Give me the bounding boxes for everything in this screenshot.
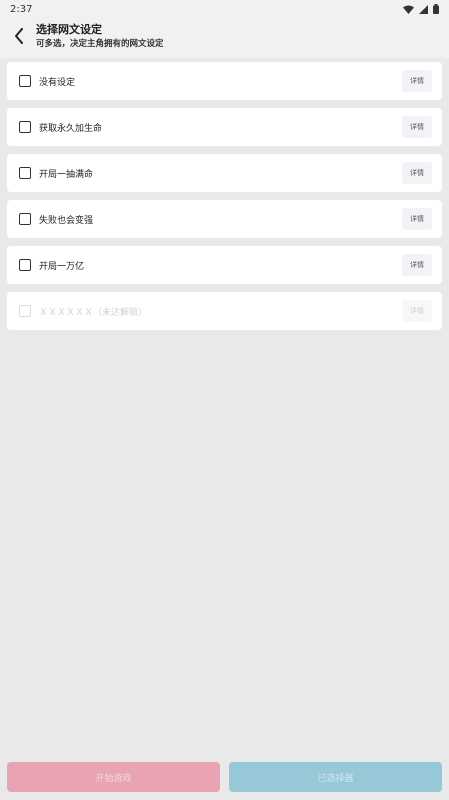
status-icons [403, 4, 439, 14]
settings-list: 没有设定 详情 获取永久加生命 详情 开局一抽满命 详情 失败也会变强 详情 开… [7, 62, 442, 338]
selected-button[interactable]: 已选择器 [229, 762, 442, 792]
list-item-label: 失败也会变强 [39, 215, 94, 226]
detail-button[interactable]: 详情 [402, 254, 432, 276]
detail-button[interactable]: 详情 [402, 70, 432, 92]
back-button[interactable] [10, 23, 28, 49]
checkbox[interactable] [19, 213, 31, 225]
list-item[interactable]: 失败也会变强 详情 [7, 200, 442, 238]
status-bar: 2:37 [0, 0, 449, 18]
list-item[interactable]: 没有设定 详情 [7, 62, 442, 100]
checkbox[interactable] [19, 75, 31, 87]
list-item-label: 获取永久加生命 [39, 123, 103, 134]
checkbox[interactable] [19, 259, 31, 271]
checkbox[interactable] [19, 121, 31, 133]
checkbox [19, 305, 31, 317]
detail-button[interactable]: 详情 [402, 162, 432, 184]
detail-button: 详情 [402, 300, 432, 322]
detail-button[interactable]: 详情 [402, 208, 432, 230]
list-item[interactable]: 开局一抽满命 详情 [7, 154, 442, 192]
detail-button[interactable]: 详情 [402, 116, 432, 138]
wifi-icon [403, 5, 414, 14]
list-item-disabled: ＸＸＸＸＸＸ（未达解锁） 详情 [7, 292, 442, 330]
list-item[interactable]: 获取永久加生命 详情 [7, 108, 442, 146]
list-item-label: ＸＸＸＸＸＸ（未达解锁） [39, 307, 148, 318]
back-arrow-icon [14, 28, 24, 44]
battery-icon [433, 4, 439, 14]
list-item-label: 没有设定 [39, 77, 76, 88]
list-item[interactable]: 开局一万亿 详情 [7, 246, 442, 284]
status-time: 2:37 [10, 3, 33, 15]
start-button[interactable]: 开始游戏 [7, 762, 220, 792]
list-item-label: 开局一抽满命 [39, 169, 94, 180]
page-title: 选择网文设定 [36, 23, 102, 36]
bottom-bar: 开始游戏 已选择器 [7, 762, 442, 792]
header: 选择网文设定 可多选，决定主角拥有的网文设定 [0, 18, 449, 58]
page-subtitle: 可多选，决定主角拥有的网文设定 [36, 38, 164, 49]
list-item-label: 开局一万亿 [39, 261, 85, 272]
checkbox[interactable] [19, 167, 31, 179]
signal-icon [419, 4, 428, 14]
